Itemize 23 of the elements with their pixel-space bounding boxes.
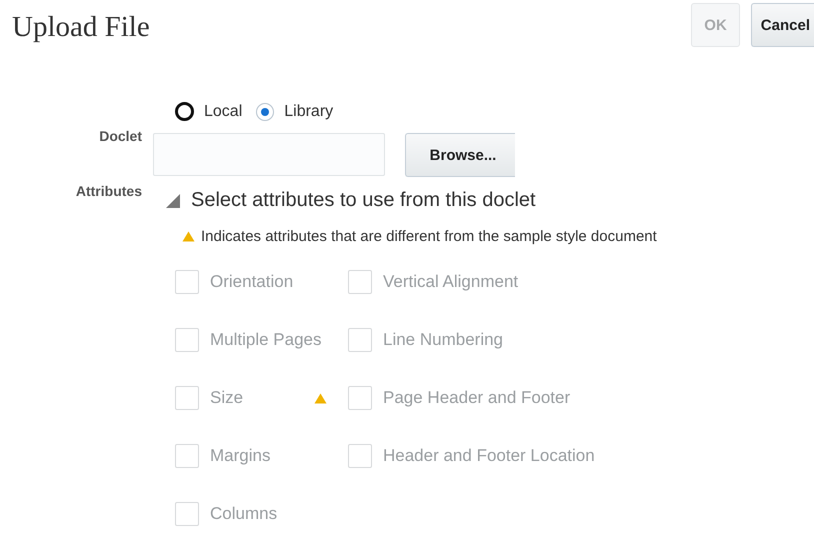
checkbox-label: Columns [210, 504, 278, 524]
warning-icon [182, 231, 195, 242]
radio-label: Local [204, 102, 242, 120]
checkbox-label: Multiple Pages [210, 330, 322, 350]
cancel-button[interactable]: Cancel [750, 3, 814, 47]
checkbox-label: Header and Footer Location [383, 446, 595, 466]
expand-triangle-icon[interactable] [165, 192, 181, 208]
radio-label: Library [284, 102, 334, 120]
checkbox-label: Vertical Alignment [383, 272, 518, 292]
section-heading: Select attributes to use from this doclet [191, 189, 536, 212]
file-input-field[interactable] [153, 133, 385, 176]
radio-button[interactable] [175, 102, 194, 121]
checkbox-label: Line Numbering [383, 330, 504, 350]
legend-text: Indicates attributes that are different from the sample style document [201, 228, 657, 245]
field-label: Attributes [74, 183, 142, 199]
checkbox-label: Orientation [210, 272, 294, 292]
checkbox-label: Size [210, 388, 244, 408]
browse-button[interactable]: Browse... [405, 133, 515, 177]
checkbox-label: Margins [210, 446, 270, 466]
checkbox-label: Page Header and Footer [383, 388, 570, 408]
warning-icon [314, 392, 327, 404]
field-label: Doclet [98, 128, 142, 144]
dialog-title: Upload File [12, 11, 151, 44]
